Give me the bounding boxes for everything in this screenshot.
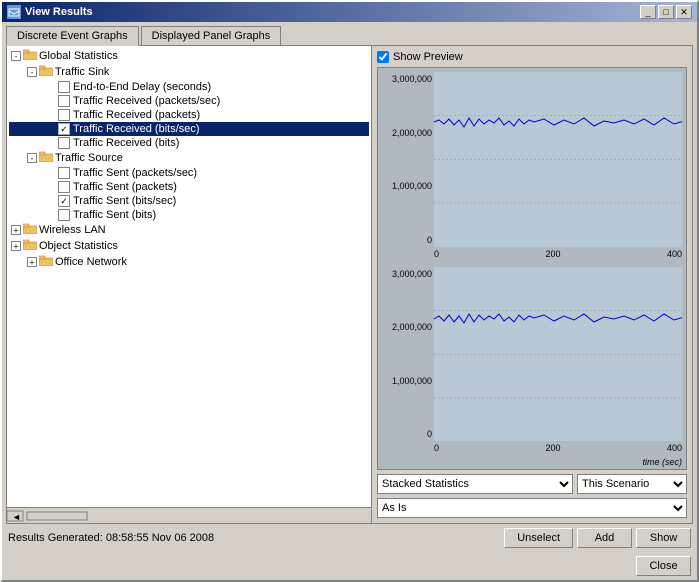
folder-icon-global-stats — [23, 49, 37, 63]
chart1-y-label-1m: 1,000,000 — [382, 181, 432, 191]
tree-item-traffic-sent-bits[interactable]: Traffic Sent (bits) — [9, 208, 369, 222]
chart2-svg — [434, 267, 682, 442]
chart2-y-label-3m: 3,000,000 — [382, 269, 432, 279]
tree-item-traffic-sent-bps[interactable]: ✓ Traffic Sent (bits/sec) — [9, 194, 369, 208]
tree-item-e2e-delay[interactable]: End-to-End Delay (seconds) — [9, 80, 369, 94]
tree-item-global-stats[interactable]: - Global Statistics — [9, 48, 369, 64]
folder-icon-traffic-source — [39, 151, 53, 165]
tree-item-traffic-sink[interactable]: - Traffic Sink — [9, 64, 369, 80]
chart1-y-axis: 3,000,000 2,000,000 1,000,000 0 — [382, 72, 434, 263]
tab-discrete-event-graphs[interactable]: Discrete Event Graphs — [6, 26, 139, 46]
main-window: View Results _ □ ✕ Discrete Event Graphs… — [0, 0, 699, 582]
chart1-plot — [434, 72, 682, 247]
chart1-x400: 400 — [667, 249, 682, 263]
tab-displayed-panel-graphs[interactable]: Displayed Panel Graphs — [141, 26, 282, 45]
preview-charts: 3,000,000 2,000,000 1,000,000 0 — [377, 67, 687, 470]
content-area: - Global Statistics - Traffic Sink — [6, 45, 693, 524]
expand-traffic-sink[interactable]: - — [27, 67, 37, 77]
close-row: Close — [2, 552, 697, 580]
minimize-button[interactable]: _ — [640, 5, 656, 19]
restore-button[interactable]: □ — [658, 5, 674, 19]
right-panel: Show Preview 3,000,000 2,000,000 1,000,0… — [372, 46, 692, 523]
checkbox-traffic-rcv-pkts[interactable] — [58, 109, 70, 121]
chart2-y-label-0: 0 — [382, 429, 432, 439]
window-icon — [7, 5, 21, 19]
chart1-x200: 200 — [545, 249, 560, 263]
checkbox-traffic-sent-pkts[interactable] — [58, 181, 70, 193]
checkbox-e2e-delay[interactable] — [58, 81, 70, 93]
chart2-x200: 200 — [545, 443, 560, 457]
dropdown-row-2: As Is Time Average Cumulative — [377, 498, 687, 518]
checkbox-traffic-sent-pps[interactable] — [58, 167, 70, 179]
tree-item-wireless-lan[interactable]: + Wireless LAN — [9, 222, 369, 238]
expand-traffic-source[interactable]: - — [27, 153, 37, 163]
chart1-container: 3,000,000 2,000,000 1,000,000 0 — [378, 68, 686, 263]
chart1-y-label-2m: 2,000,000 — [382, 128, 432, 138]
status-text: Results Generated: 08:58:55 Nov 06 2008 — [8, 532, 214, 544]
chart2-x0: 0 — [434, 443, 439, 457]
footer-buttons: Unselect Add Show — [504, 528, 691, 548]
checkbox-traffic-rcv-bps[interactable]: ✓ — [58, 123, 70, 135]
scenario-dropdown[interactable]: This Scenario All Scenarios — [577, 474, 687, 494]
svg-text:◄: ◄ — [12, 512, 21, 522]
chart1-x-axis: 0 200 400 — [434, 247, 682, 263]
chart2-y-label-1m: 1,000,000 — [382, 376, 432, 386]
show-preview-checkbox[interactable] — [377, 51, 389, 63]
tree-item-traffic-rcv-bits[interactable]: Traffic Received (bits) — [9, 136, 369, 150]
asis-dropdown[interactable]: As Is Time Average Cumulative — [377, 498, 687, 518]
show-preview-row: Show Preview — [377, 51, 687, 63]
chart2-plot — [434, 267, 682, 442]
folder-icon-wireless-lan — [23, 223, 37, 237]
chart2-y-label-2m: 2,000,000 — [382, 322, 432, 332]
tree-item-traffic-source[interactable]: - Traffic Source — [9, 150, 369, 166]
title-controls: _ □ ✕ — [640, 5, 692, 19]
unselect-button[interactable]: Unselect — [504, 528, 573, 548]
tree-item-traffic-rcv-pps[interactable]: Traffic Received (packets/sec) — [9, 94, 369, 108]
expand-global-stats[interactable]: - — [11, 51, 21, 61]
expand-office-network[interactable]: + — [27, 257, 37, 267]
dropdown-row-1: Stacked Statistics As Confidence Interva… — [377, 474, 687, 494]
show-preview-label: Show Preview — [393, 51, 463, 63]
time-axis-label: time (sec) — [378, 457, 686, 469]
tree-item-traffic-sent-pkts[interactable]: Traffic Sent (packets) — [9, 180, 369, 194]
tree-container[interactable]: - Global Statistics - Traffic Sink — [7, 46, 371, 507]
left-panel: - Global Statistics - Traffic Sink — [7, 46, 372, 523]
tab-bar: Discrete Event Graphs Displayed Panel Gr… — [2, 22, 697, 45]
tree-item-traffic-rcv-pkts[interactable]: Traffic Received (packets) — [9, 108, 369, 122]
tree-item-office-network[interactable]: + Office Network — [9, 254, 369, 270]
folder-icon-office-network — [39, 255, 53, 269]
footer-bar: Results Generated: 08:58:55 Nov 06 2008 … — [2, 524, 697, 552]
expand-wireless-lan[interactable]: + — [11, 225, 21, 235]
add-button[interactable]: Add — [577, 528, 632, 548]
chart2-x400: 400 — [667, 443, 682, 457]
tree-item-object-stats[interactable]: + Object Statistics — [9, 238, 369, 254]
checkbox-traffic-sent-bps[interactable]: ✓ — [58, 195, 70, 207]
horizontal-scrollbar[interactable]: ◄ — [7, 507, 371, 523]
title-bar: View Results _ □ ✕ — [2, 2, 697, 22]
checkbox-traffic-sent-bits[interactable] — [58, 209, 70, 221]
window-title: View Results — [25, 6, 93, 18]
folder-icon-traffic-sink — [39, 65, 53, 79]
chart2-y-axis: 3,000,000 2,000,000 1,000,000 0 — [382, 267, 434, 458]
tree-item-traffic-sent-pps[interactable]: Traffic Sent (packets/sec) — [9, 166, 369, 180]
chart2-x-axis: 0 200 400 — [434, 441, 682, 457]
chart1-x0: 0 — [434, 249, 439, 263]
chart2-container: 3,000,000 2,000,000 1,000,000 0 — [378, 263, 686, 458]
chart1-y-label-3m: 3,000,000 — [382, 74, 432, 84]
tree-item-traffic-rcv-bps[interactable]: ✓ Traffic Received (bits/sec) — [9, 122, 369, 136]
close-button[interactable]: Close — [636, 556, 691, 576]
checkbox-traffic-rcv-bits[interactable] — [58, 137, 70, 149]
chart1-svg — [434, 72, 682, 247]
close-window-button[interactable]: ✕ — [676, 5, 692, 19]
stacked-statistics-dropdown[interactable]: Stacked Statistics As Confidence Interva… — [377, 474, 573, 494]
chart1-y-label-0: 0 — [382, 235, 432, 245]
show-button[interactable]: Show — [636, 528, 691, 548]
checkbox-traffic-rcv-pps[interactable] — [58, 95, 70, 107]
folder-icon-object-stats — [23, 239, 37, 253]
expand-object-stats[interactable]: + — [11, 241, 21, 251]
